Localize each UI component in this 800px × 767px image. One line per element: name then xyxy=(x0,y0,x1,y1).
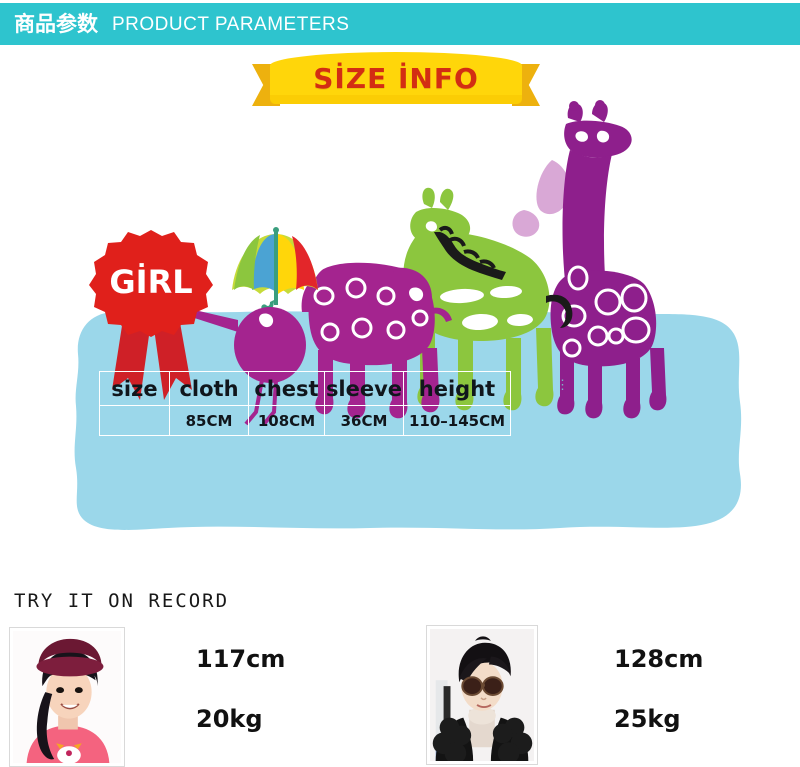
girl-photo-illustration xyxy=(13,631,121,763)
table-header-sleeve: sleeve xyxy=(324,371,404,406)
table-cell-chest: 108CM xyxy=(248,405,325,436)
animals-illustration: GİRL xyxy=(74,100,742,530)
table-header-row: size cloth chest sleeve height xyxy=(99,371,511,406)
header-title-chinese: 商品参数 xyxy=(14,11,98,36)
try-on-record-label: TRY IT ON RECORD xyxy=(14,590,230,612)
boy-photo-illustration xyxy=(430,629,534,761)
table-header-chest: chest xyxy=(248,371,325,406)
badge-label: GİRL xyxy=(109,263,192,301)
banner-label: SİZE İNFO xyxy=(313,61,479,95)
table-cell-height: 110–145CM xyxy=(403,405,511,436)
girl-in-pink-top-photo xyxy=(9,627,125,767)
table-cell-size xyxy=(99,405,170,436)
size-table: size cloth chest sleeve height 85CM 108C… xyxy=(99,371,511,436)
leaf-flourish-icon xyxy=(512,160,571,237)
page-header-bar: 商品参数 PRODUCT PARAMETERS xyxy=(0,3,800,45)
weight-value-2: 25kg xyxy=(614,705,681,733)
table-cell-sleeve: 36CM xyxy=(324,405,404,436)
weight-value-1: 20kg xyxy=(196,705,263,733)
table-trailing-dots: ⋮ xyxy=(556,377,569,392)
table-header-cloth: cloth xyxy=(169,371,249,406)
table-header-height: height xyxy=(403,371,511,406)
table-header-size: size xyxy=(99,371,170,406)
boy-in-fur-coat-photo xyxy=(426,625,538,765)
table-row: 85CM 108CM 36CM 110–145CM xyxy=(99,405,511,436)
header-title-english: PRODUCT PARAMETERS xyxy=(112,13,350,35)
table-cell-cloth: 85CM xyxy=(169,405,249,436)
height-value-1: 117cm xyxy=(196,645,286,673)
height-value-2: 128cm xyxy=(614,645,704,673)
